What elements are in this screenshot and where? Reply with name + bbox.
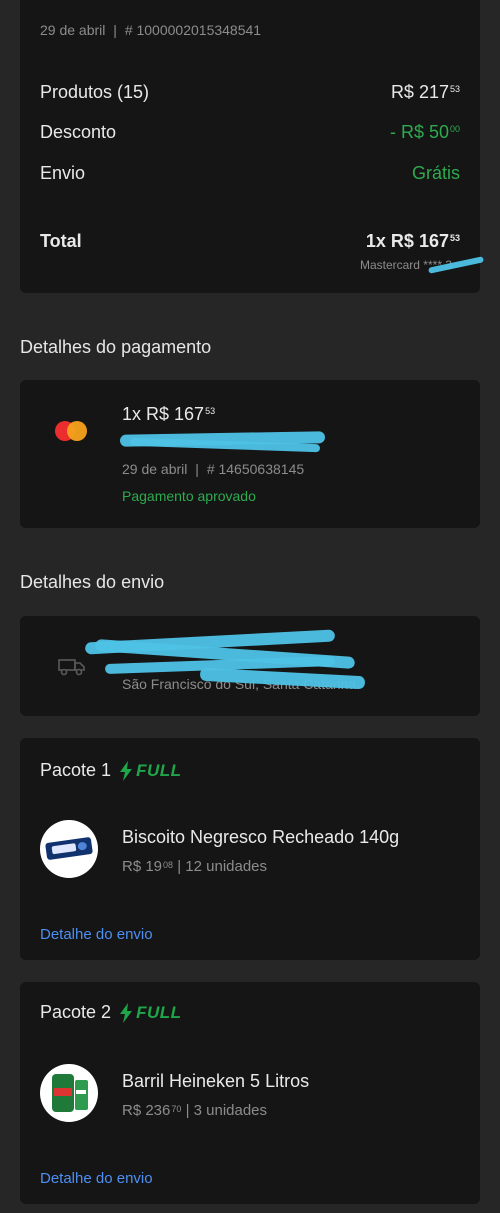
mastercard-icon	[55, 421, 87, 441]
lightning-icon	[120, 760, 133, 781]
full-badge: FULL	[119, 760, 181, 781]
package-card: Pacote 2 FULL Barril Heineken 5 Litros R…	[20, 982, 480, 1204]
product-thumbnail	[40, 1064, 98, 1122]
package-title: Pacote 1 FULL	[40, 760, 182, 781]
shipment-detail-link[interactable]: Detalhe do envio	[40, 1170, 153, 1187]
order-date: 29 de abril	[40, 22, 106, 38]
product-name[interactable]: Biscoito Negresco Recheado 140g	[122, 827, 399, 848]
discount-label: Desconto	[40, 122, 117, 142]
package-card: Pacote 1 FULL Biscoito Negresco Recheado…	[20, 738, 480, 960]
shipment-detail-link[interactable]: Detalhe do envio	[40, 926, 153, 943]
discount-value: - R$ 50	[389, 122, 449, 142]
product-thumbnail	[40, 820, 98, 878]
order-summary-card: 29 de abril | # 1000002015348541 Produto…	[20, 0, 485, 293]
shipping-value: Grátis	[411, 163, 460, 183]
total-row: Total 1x R$ 16753	[40, 231, 460, 251]
package-title: Pacote 2 FULL	[40, 1002, 182, 1023]
products-value: R$ 217	[390, 82, 449, 102]
order-meta: 29 de abril | # 1000002015348541	[40, 22, 262, 38]
full-badge: FULL	[119, 1002, 181, 1023]
payment-amount: 1x R$ 16753	[122, 404, 216, 424]
shipping-section-title: Detalhes do envio	[20, 572, 165, 592]
payment-status: Pagamento aprovado	[122, 488, 256, 504]
shipping-card: São Francisco do Sul, Santa Catarina.	[20, 616, 480, 716]
lightning-icon	[120, 1002, 133, 1023]
shipping-label: Envio	[40, 163, 86, 183]
payment-card: 1x R$ 16753 29 de abril | # 14650638145 …	[20, 380, 480, 528]
order-number: # 1000002015348541	[124, 22, 262, 38]
product-price: R$ 1908 | 12 unidades	[122, 858, 268, 875]
products-label: Produtos (15)	[40, 82, 150, 102]
payment-date: 29 de abril	[122, 461, 188, 477]
shipping-row: Envio Grátis	[40, 163, 460, 184]
product-price: R$ 23670 | 3 unidades	[122, 1102, 268, 1119]
negresco-package-image	[45, 836, 93, 861]
truck-icon	[58, 659, 85, 676]
discount-row: Desconto - R$ 5000	[40, 122, 460, 142]
product-name[interactable]: Barril Heineken 5 Litros	[122, 1071, 309, 1092]
payment-number: # 14650638145	[206, 461, 305, 477]
total-value: 1x R$ 167	[365, 231, 449, 251]
payment-meta: 29 de abril | # 14650638145	[122, 461, 305, 477]
payment-section-title: Detalhes do pagamento	[20, 337, 212, 357]
heineken-keg-image	[48, 1072, 90, 1114]
total-label: Total	[40, 231, 82, 251]
products-row: Produtos (15) R$ 21753	[40, 82, 460, 102]
